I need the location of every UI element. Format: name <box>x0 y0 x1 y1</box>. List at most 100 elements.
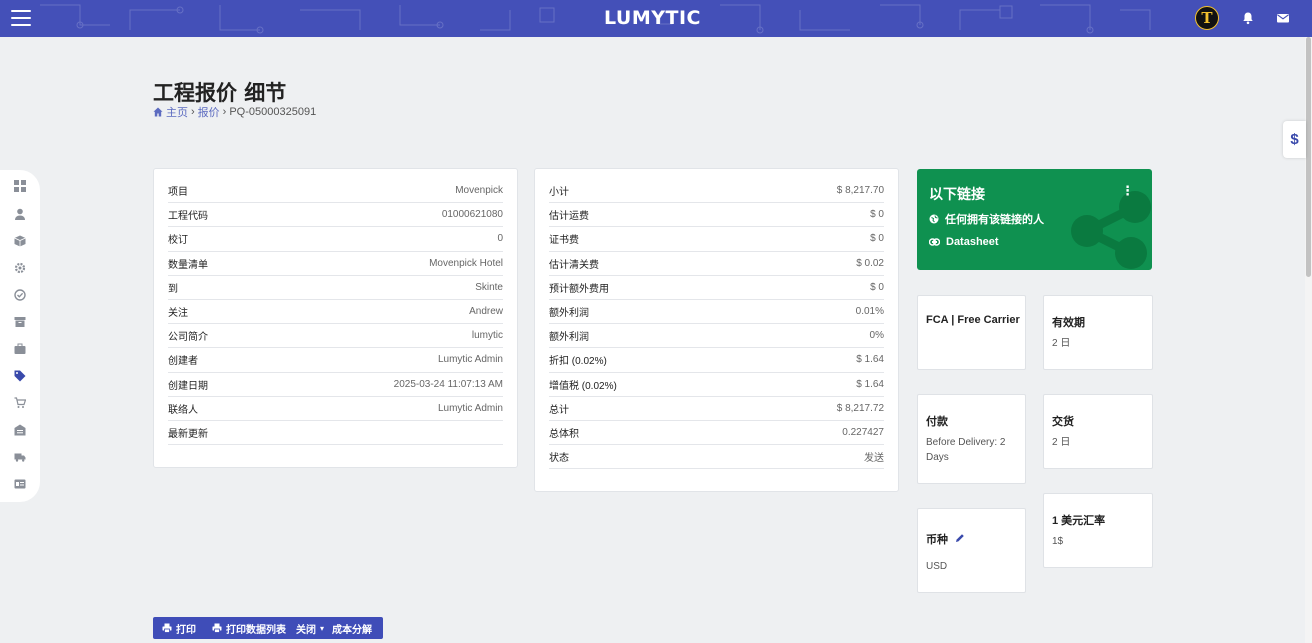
print-button[interactable]: 打印 <box>153 621 200 636</box>
kebab-menu-icon[interactable]: ⋮ <box>1121 183 1134 199</box>
print-datasheet-button[interactable]: 打印数据列表 <box>200 621 290 636</box>
share-icon <box>1071 191 1151 269</box>
detail-row-label: 数量清单 <box>168 259 208 271</box>
check-circle-icon[interactable] <box>13 288 27 302</box>
app-logo[interactable]: LUMYTIC <box>604 7 701 29</box>
total-row-value: $ 0 <box>870 233 884 245</box>
detail-row: 项目 Movenpick <box>168 179 503 204</box>
detail-row-label: 工程代码 <box>168 211 208 223</box>
total-row-label: 总计 <box>549 404 569 416</box>
pencil-icon[interactable] <box>955 533 965 543</box>
total-row: 证书费 $ 0 <box>549 227 884 252</box>
incoterm-label: FCA | Free Carrier <box>926 314 1020 326</box>
cog-icon[interactable] <box>13 261 27 275</box>
user-avatar[interactable]: T <box>1195 6 1219 30</box>
id-card-icon[interactable] <box>13 477 27 491</box>
currency-label: 币种 <box>926 534 948 546</box>
breadcrumb-separator: › <box>222 106 227 118</box>
total-row-label: 总体积 <box>549 428 579 440</box>
tag-icon[interactable] <box>13 369 27 383</box>
breadcrumb-quotes[interactable]: 报价 <box>198 104 220 120</box>
total-row-value: $ 1.64 <box>856 354 884 366</box>
validity-value: 2 日 <box>1052 338 1071 349</box>
payment-card: 付款 Before Delivery: 2 Days <box>917 394 1026 484</box>
bell-icon[interactable] <box>1241 11 1255 25</box>
total-row: 总体积 0.227427 <box>549 421 884 446</box>
total-row-label: 预计额外费用 <box>549 283 609 295</box>
hamburger-menu-icon[interactable] <box>11 10 31 26</box>
total-row-label: 估计运费 <box>549 211 589 223</box>
total-row: 增值税 (0.02%) $ 1.64 <box>549 373 884 397</box>
detail-row: 关注 Andrew <box>168 300 503 325</box>
total-row-label: 增值税 (0.02%) <box>549 380 617 392</box>
total-row-value: 0.01% <box>855 306 884 318</box>
detail-row-value: lumytic <box>471 330 503 342</box>
total-row-value: $ 0 <box>870 209 884 221</box>
total-row-label: 状态 <box>549 453 569 465</box>
total-row: 总计 $ 8,217.72 <box>549 397 884 421</box>
payment-label: 付款 <box>926 416 948 428</box>
detail-row-label: 创建者 <box>168 356 198 368</box>
detail-row-value: Lumytic Admin <box>437 402 503 414</box>
project-details-table: 项目 Movenpick 工程代码 01000621080 校订 0 数量清单 Movenpi… <box>168 179 503 446</box>
archive-icon[interactable] <box>13 315 27 329</box>
exchange-rate-card: 1 美元汇率 1$ <box>1043 493 1153 568</box>
warehouse-icon[interactable] <box>13 423 27 437</box>
dollar-icon[interactable]: $ <box>1283 121 1306 158</box>
briefcase-icon[interactable] <box>13 342 27 356</box>
mail-icon[interactable] <box>1276 11 1290 25</box>
currency-card: 币种 USD <box>917 508 1026 593</box>
detail-row: 数量清单 Movenpick Hotel <box>168 252 503 276</box>
total-row-label: 小计 <box>549 187 569 199</box>
detail-row-value: Movenpick <box>455 185 503 197</box>
detail-row-value: Lumytic Admin <box>437 354 503 366</box>
share-access-row[interactable]: 任何拥有该链接的人 <box>929 211 1044 227</box>
detail-row-label: 联络人 <box>168 404 198 416</box>
box-icon[interactable] <box>13 234 27 248</box>
currency-value: USD <box>926 561 948 572</box>
detail-row: 校订 0 <box>168 227 503 252</box>
price-totals-table: 小计 $ 8,217.70 估计运费 $ 0 证书费 $ 0 估计清关费 $ 0.02 预计额外… <box>549 179 884 470</box>
total-row-label: 估计清关费 <box>549 259 599 271</box>
total-row: 估计运费 $ 0 <box>549 203 884 228</box>
cart-icon[interactable] <box>13 396 27 410</box>
printer-icon <box>212 623 222 633</box>
page-scrollbar[interactable] <box>1305 37 1312 643</box>
detail-row-label: 公司简介 <box>168 332 208 344</box>
user-icon[interactable] <box>13 207 27 221</box>
detail-row: 公司简介 lumytic <box>168 324 503 349</box>
home-icon[interactable] <box>153 107 163 117</box>
breadcrumb-home[interactable]: 主页 <box>166 104 188 120</box>
detail-row-value: 01000621080 <box>441 209 503 221</box>
close-label: 关闭 <box>296 624 316 636</box>
truck-icon[interactable] <box>13 450 27 464</box>
delivery-label: 交货 <box>1052 416 1074 428</box>
detail-row-value: 2025-03-24 11:07:13 AM <box>393 378 503 390</box>
total-row-value: $ 1.64 <box>856 378 884 390</box>
detail-row-value: Andrew <box>469 306 503 318</box>
total-row-label: 额外利润 <box>549 308 589 320</box>
total-row-value: $ 0 <box>870 281 884 293</box>
detail-row: 工程代码 01000621080 <box>168 203 503 228</box>
validity-label: 有效期 <box>1052 317 1085 329</box>
datasheet-link[interactable]: Datasheet <box>946 236 999 248</box>
detail-row-label: 关注 <box>168 308 188 320</box>
total-row-value: $ 8,217.72 <box>836 402 884 414</box>
detail-row-label: 到 <box>168 283 178 295</box>
scrollbar-thumb[interactable] <box>1306 37 1311 277</box>
detail-row-label: 校订 <box>168 235 188 247</box>
cost-breakdown-button[interactable]: 成本分解 <box>328 621 376 636</box>
action-bar: 打印 打印数据列表 关闭 ▾ 成本分解 <box>153 617 383 639</box>
chevron-down-icon: ▾ <box>320 623 325 633</box>
detail-row-label: 最新更新 <box>168 428 208 440</box>
top-navbar: LUMYTIC T <box>0 0 1312 37</box>
total-row-value: 发送 <box>864 453 884 465</box>
total-row-value: $ 8,217.70 <box>836 185 884 197</box>
payment-value: Before Delivery: 2 Days <box>926 437 1006 463</box>
close-dropdown-button[interactable]: 关闭 ▾ <box>290 621 328 636</box>
dashboard-icon[interactable] <box>13 179 27 193</box>
detail-row-value: Skinte <box>475 281 503 293</box>
total-row: 状态 发送 <box>549 445 884 470</box>
share-link-card[interactable]: 以下链接 ⋮ 任何拥有该链接的人 Datasheet <box>917 169 1152 270</box>
datasheet-link-row[interactable]: Datasheet <box>929 236 999 248</box>
